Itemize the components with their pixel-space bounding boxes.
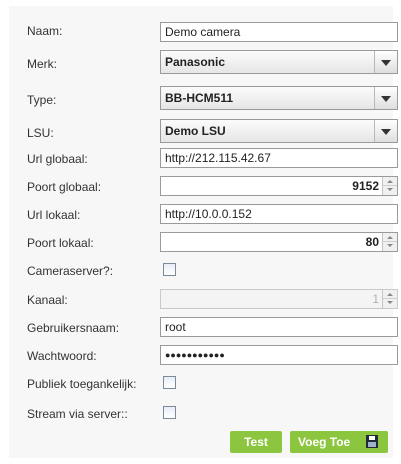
kanaal-spinner[interactable]: 1 <box>160 289 398 309</box>
type-selected-value: BB-HCM511 <box>165 91 234 105</box>
chevron-down-icon <box>381 96 391 102</box>
kanaal-arrows <box>382 290 397 308</box>
row-publiek: Publiek toegankelijk: <box>9 373 393 395</box>
gebruikersnaam-label: Gebruikersnaam: <box>27 321 120 335</box>
camera-form: Naam: Demo camera Merk: Panasonic Type: … <box>9 6 398 458</box>
naam-input[interactable]: Demo camera <box>160 22 398 42</box>
decrement-arrow-icon <box>383 299 397 308</box>
naam-label: Naam: <box>27 24 63 38</box>
lsu-label: LSU: <box>27 126 54 140</box>
floppy-disk-icon <box>366 435 378 448</box>
row-lsu: LSU: Demo LSU <box>9 119 398 143</box>
row-stream: Stream via server:: <box>9 403 393 425</box>
wachtwoord-label: Wachtwoord: <box>27 349 97 363</box>
poort-lokaal-arrows <box>382 233 397 251</box>
poort-lokaal-label: Poort lokaal: <box>27 236 94 250</box>
type-label: Type: <box>27 93 57 107</box>
row-gebruikersnaam: Gebruikersnaam: root <box>9 317 398 339</box>
url-globaal-label: Url globaal: <box>27 152 88 166</box>
wachtwoord-input[interactable]: ●●●●●●●●●●● <box>160 345 398 365</box>
cameraserver-checkbox[interactable] <box>163 263 176 276</box>
merk-label: Merk: <box>27 57 57 71</box>
poort-lokaal-spinner[interactable]: 80 <box>160 232 398 252</box>
voeg-toe-button-label: Voeg Toe <box>298 435 351 449</box>
kanaal-value: 1 <box>372 292 379 306</box>
row-type: Type: BB-HCM511 <box>9 86 398 110</box>
decrement-arrow-icon[interactable] <box>383 242 397 251</box>
row-poort-lokaal: Poort lokaal: 80 <box>9 232 398 254</box>
row-merk: Merk: Panasonic <box>9 50 398 74</box>
test-button[interactable]: Test <box>230 431 282 453</box>
chevron-down-icon <box>381 129 391 135</box>
row-naam: Naam: Demo camera <box>9 20 398 42</box>
url-lokaal-input[interactable]: http://10.0.0.152 <box>160 204 398 224</box>
merk-dropdown-button[interactable] <box>374 51 397 73</box>
voeg-toe-button[interactable]: Voeg Toe <box>290 431 388 453</box>
poort-globaal-spinner[interactable]: 9152 <box>160 176 398 196</box>
increment-arrow-icon <box>383 290 397 299</box>
cameraserver-label: Cameraserver?: <box>27 264 114 278</box>
lsu-select[interactable]: Demo LSU <box>160 119 398 143</box>
row-kanaal: Kanaal: 1 <box>9 289 398 311</box>
stream-label: Stream via server:: <box>27 407 128 421</box>
kanaal-label: Kanaal: <box>27 293 68 307</box>
type-dropdown-button[interactable] <box>374 87 397 109</box>
increment-arrow-icon[interactable] <box>383 177 397 186</box>
poort-globaal-label: Poort globaal: <box>27 180 102 194</box>
decrement-arrow-icon[interactable] <box>383 186 397 195</box>
poort-globaal-arrows <box>382 177 397 195</box>
lsu-selected-value: Demo LSU <box>165 124 226 138</box>
stream-checkbox[interactable] <box>163 406 176 419</box>
merk-select[interactable]: Panasonic <box>160 50 398 74</box>
row-url-lokaal: Url lokaal: http://10.0.0.152 <box>9 204 398 226</box>
url-globaal-input[interactable]: http://212.115.42.67 <box>160 148 398 168</box>
gebruikersnaam-input[interactable]: root <box>160 317 398 337</box>
poort-globaal-value: 9152 <box>352 179 379 193</box>
type-select[interactable]: BB-HCM511 <box>160 86 398 110</box>
merk-selected-value: Panasonic <box>165 55 226 69</box>
poort-lokaal-value: 80 <box>365 235 379 249</box>
publiek-checkbox[interactable] <box>163 376 176 389</box>
row-poort-globaal: Poort globaal: 9152 <box>9 176 398 198</box>
row-wachtwoord: Wachtwoord: ●●●●●●●●●●● <box>9 345 398 367</box>
lsu-dropdown-button[interactable] <box>374 120 397 142</box>
row-url-globaal: Url globaal: http://212.115.42.67 <box>9 148 398 170</box>
url-lokaal-label: Url lokaal: <box>27 208 81 222</box>
test-button-label: Test <box>244 435 268 449</box>
increment-arrow-icon[interactable] <box>383 233 397 242</box>
row-cameraserver: Cameraserver?: <box>9 260 393 282</box>
chevron-down-icon <box>381 60 391 66</box>
publiek-label: Publiek toegankelijk: <box>27 377 137 391</box>
